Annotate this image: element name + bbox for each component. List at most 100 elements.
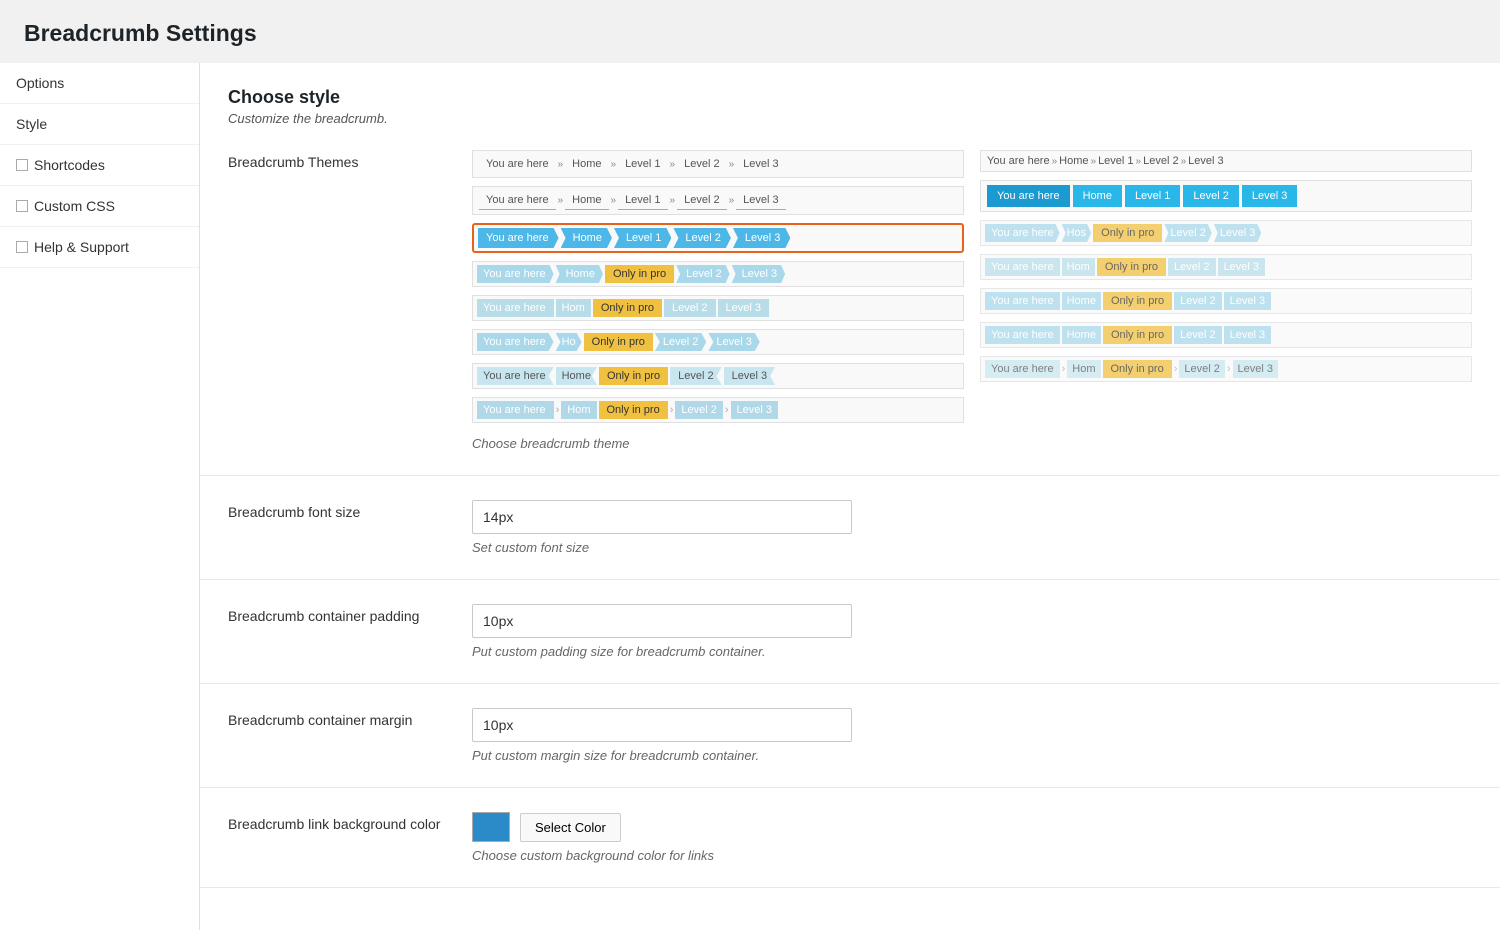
sidebar-item-label: Help & Support — [34, 239, 129, 255]
bc-item: Level 3 — [1188, 155, 1223, 167]
link-color-content: Select Color Choose custom background co… — [472, 812, 1472, 863]
color-swatch[interactable] — [472, 812, 510, 842]
sidebar-item-style[interactable]: Style — [0, 104, 199, 145]
themes-label: Breadcrumb Themes — [228, 150, 448, 170]
bc-sep: » — [1136, 156, 1142, 167]
theme-right-plain[interactable]: You are here » Home » Level 1 » Level 2 … — [980, 150, 1472, 172]
checkbox-icon — [16, 200, 28, 212]
pro-badge: Only in pro — [605, 265, 674, 283]
theme-row-plain[interactable]: You are here » Home » Level 1 » Level 2 … — [472, 150, 964, 178]
checkbox-icon — [16, 159, 28, 171]
sidebar-item-label: Options — [16, 75, 64, 91]
bc-item: Level 3 — [1224, 292, 1271, 310]
sidebar-item-shortcodes[interactable]: Shortcodes — [0, 145, 199, 186]
bc-item: You are here — [985, 292, 1060, 310]
pro-badge: Only in pro — [584, 333, 653, 351]
bc-item: Ho — [556, 333, 582, 351]
bc-item: Level 2 — [1174, 326, 1221, 344]
padding-hint: Put custom padding size for breadcrumb c… — [472, 644, 1472, 659]
theme-row-flat-pro[interactable]: You are here Home Only in pro Level 2 Le… — [472, 261, 964, 287]
bc-item: You are here — [477, 401, 554, 419]
bc-item: You are here — [985, 224, 1060, 242]
themes-hint: Choose breadcrumb theme — [472, 435, 1472, 451]
bc-item: Level 2 — [677, 191, 726, 210]
bc-sep: › — [1227, 363, 1231, 375]
pro-badge: Only in pro — [1103, 326, 1172, 344]
bc-item: Hom — [556, 299, 591, 317]
bc-item: Level 3 — [724, 367, 775, 385]
bc-sep: » — [670, 159, 676, 170]
sidebar-item-help[interactable]: Help & Support — [0, 227, 199, 268]
bc-item: Level 2 — [670, 367, 721, 385]
font-size-input[interactable] — [472, 500, 852, 534]
margin-section: Breadcrumb container margin Put custom m… — [200, 684, 1500, 788]
link-color-label: Breadcrumb link background color — [228, 812, 448, 832]
bc-sep: › — [670, 404, 674, 416]
select-color-button[interactable]: Select Color — [520, 813, 621, 842]
theme-row-tabs-pro[interactable]: You are here Home Only in pro Level 2 Le… — [472, 363, 964, 389]
bc-item: Level 2 — [1143, 155, 1178, 167]
theme-right-pro-5[interactable]: You are here › Hom Only in pro › Level 2… — [980, 356, 1472, 382]
font-size-hint: Set custom font size — [472, 540, 1472, 555]
theme-right-pro-2[interactable]: You are here Hom Only in pro Level 2 Lev… — [980, 254, 1472, 280]
bc-item: Level 3 — [736, 191, 785, 210]
bc-flat-item: You are here — [477, 265, 554, 283]
bc-item: Level 1 — [1125, 185, 1180, 207]
bc-item: Level 3 — [1214, 224, 1261, 242]
bc-item: Home — [1062, 326, 1101, 344]
bc-item: Level 2 — [1183, 185, 1238, 207]
bc-arrow-item: Level 2 — [673, 228, 730, 248]
theme-right-solid[interactable]: You are here Home Level 1 Level 2 Level … — [980, 180, 1472, 212]
bc-item: Home — [565, 191, 608, 210]
theme-right-pro-4[interactable]: You are here Home Only in pro Level 2 Le… — [980, 322, 1472, 348]
pro-badge: Only in pro — [599, 401, 668, 419]
theme-right-pro-3[interactable]: You are here Home Only in pro Level 2 Le… — [980, 288, 1472, 314]
bc-arrow-item: Home — [561, 228, 612, 248]
margin-input[interactable] — [472, 708, 852, 742]
bc-item: Level 3 — [1242, 185, 1297, 207]
bc-item: Hos — [1062, 224, 1092, 242]
sidebar-item-label: Shortcodes — [34, 157, 105, 173]
bc-item: Level 2 — [677, 155, 726, 173]
bc-sep: » — [729, 159, 735, 170]
bc-item: Level 3 — [718, 299, 769, 317]
bc-flat-item: Home — [556, 265, 603, 283]
themes-content: You are here » Home » Level 1 » Level 2 … — [472, 150, 1472, 451]
bc-item: Hom — [1062, 258, 1095, 276]
link-color-section: Breadcrumb link background color Select … — [200, 788, 1500, 888]
bc-item: Home — [1062, 292, 1101, 310]
padding-input[interactable] — [472, 604, 852, 638]
main-content: Choose style Customize the breadcrumb. B… — [200, 63, 1500, 930]
sidebar-item-options[interactable]: Options — [0, 63, 199, 104]
pro-badge: Only in pro — [593, 299, 662, 317]
bc-item: You are here — [985, 326, 1060, 344]
bc-arrow-item: You are here — [478, 228, 559, 248]
page-wrapper: Breadcrumb Settings Options Style Shortc… — [0, 0, 1500, 930]
bc-sep: › — [1062, 363, 1066, 375]
bc-sep: » — [1091, 156, 1097, 167]
theme-row-arrows-selected[interactable]: You are here Home Level 1 Level 2 Level … — [472, 223, 964, 253]
bc-arrow-item: Level 3 — [733, 228, 790, 248]
bc-item: Level 3 — [1224, 326, 1271, 344]
font-size-section: Breadcrumb font size Set custom font siz… — [200, 476, 1500, 580]
bc-sep: › — [725, 404, 729, 416]
bc-item: Level 2 — [655, 333, 706, 351]
bc-sep: › — [1174, 363, 1178, 375]
theme-right-pro-1[interactable]: You are here Hos Only in pro Level 2 Lev… — [980, 220, 1472, 246]
theme-row-underline[interactable]: You are here » Home » Level 1 » Level 2 … — [472, 186, 964, 215]
bc-sep: » — [1181, 156, 1187, 167]
bc-sep: › — [556, 404, 560, 416]
pro-badge: Only in pro — [1097, 258, 1166, 276]
theme-row-angular-pro[interactable]: You are here Ho Only in pro Level 2 Leve… — [472, 329, 964, 355]
padding-content: Put custom padding size for breadcrumb c… — [472, 604, 1472, 659]
bc-sep: » — [729, 195, 735, 206]
bc-item: You are here — [479, 191, 556, 210]
theme-row-chevron-pro[interactable]: You are here › Hom Only in pro › Level 2… — [472, 397, 964, 423]
bc-item: You are here — [987, 155, 1050, 167]
themes-col-left: You are here » Home » Level 1 » Level 2 … — [472, 150, 964, 423]
sidebar-item-custom-css[interactable]: Custom CSS — [0, 186, 199, 227]
pro-badge: Only in pro — [599, 367, 668, 385]
bc-item: You are here — [477, 333, 554, 351]
bc-item: Level 2 — [1179, 360, 1224, 378]
theme-row-light-pro[interactable]: You are here Hom Only in pro Level 2 Lev… — [472, 295, 964, 321]
